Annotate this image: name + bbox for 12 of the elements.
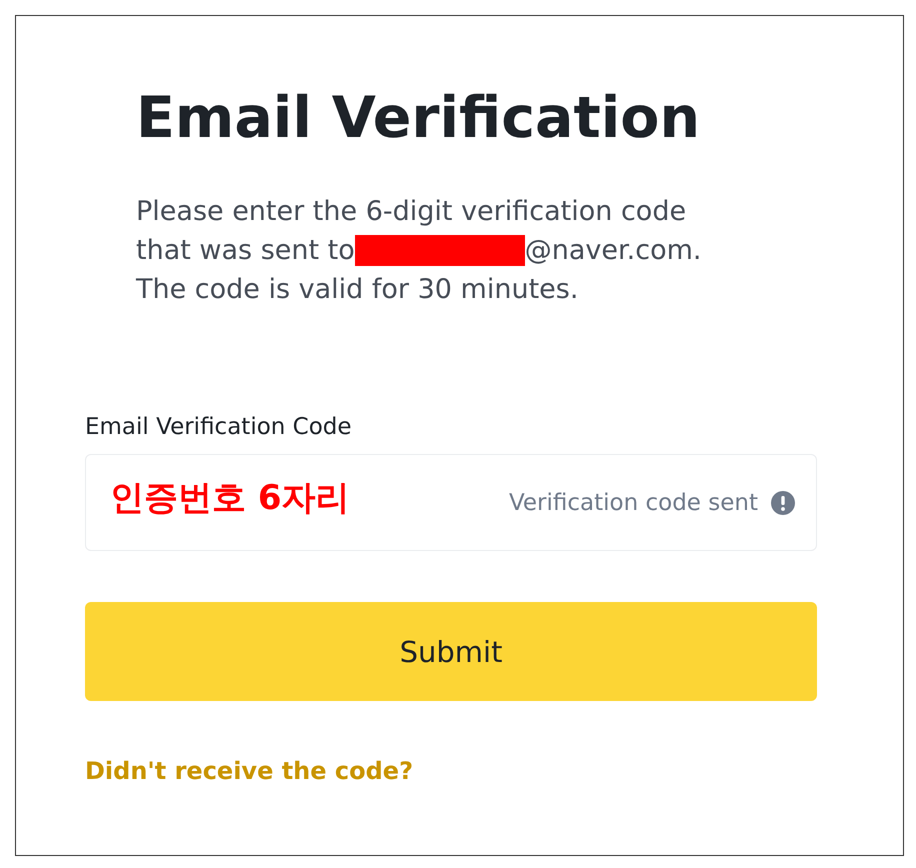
annotation-text: 인증번호 6자리 <box>110 476 350 520</box>
status-text: Verification code sent <box>508 490 758 516</box>
description-text: @naver.com. <box>524 234 702 268</box>
description-text: that was sent to <box>136 234 355 268</box>
alert-icon <box>770 490 796 516</box>
input-field[interactable]: 인증번호 6자리 Verification code sent <box>85 454 817 552</box>
description-text: The code is valid for 30 minutes. <box>136 273 580 308</box>
page-title: Email Verification <box>136 84 702 152</box>
description-text: Please enter the 6-digit verification code <box>136 195 688 230</box>
submit-button[interactable]: Submit <box>85 602 817 702</box>
field-label: Email Verification Code <box>85 414 353 440</box>
resend-link[interactable]: Didn't receive the code? <box>85 757 413 786</box>
